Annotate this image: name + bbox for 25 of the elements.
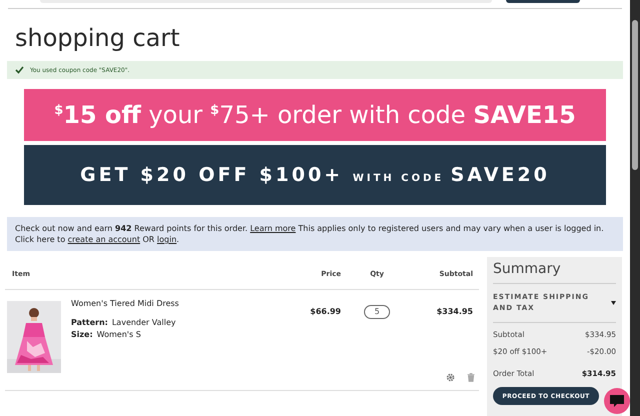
quantity-field[interactable]: 5 — [364, 304, 390, 318]
link[interactable]: login — [157, 235, 177, 244]
rewards-text: Check out now and earn 942 Reward points for this order. Learn more This applies only to registered users and may vary when a user is logged in. Click here to create an account OR login. — [15, 223, 605, 245]
promo-banner[interactable]: GET $20 OFF $100+ WITH CODE SAVE20 — [24, 145, 606, 205]
page-title: shopping cart — [15, 23, 181, 53]
trash-icon[interactable] — [467, 373, 475, 382]
promo-banner[interactable]: $^{$}$15 off your $^{$}$75+ order with code SAVE15 — [24, 89, 606, 141]
link[interactable]: Learn more — [250, 224, 296, 233]
link[interactable]: create an account — [68, 235, 140, 244]
settings-icon[interactable] — [446, 373, 455, 382]
option-label: Size: — [71, 330, 93, 339]
scrollbar[interactable] — [630, 0, 640, 416]
subtotal: $334.95 — [436, 307, 473, 316]
price: $66.99 — [310, 307, 341, 316]
check-icon — [15, 66, 24, 74]
banner-text: GET $20 OFF $100+ WITH CODE SAVE20 — [80, 164, 550, 186]
banner-text: $^{$}$15 off your $^{$}$75+ order with code SAVE15 — [54, 101, 576, 129]
option-value: Lavender Valley — [112, 318, 176, 327]
chat-icon — [608, 393, 626, 409]
summary-title: Summary — [493, 257, 616, 284]
option-value: Women's S — [96, 330, 141, 339]
chat-button[interactable] — [604, 388, 630, 414]
product-name[interactable]: Women's Tiered Midi Dress — [71, 299, 179, 308]
option-label: Pattern: — [71, 318, 108, 327]
caret-icon — [611, 301, 616, 305]
